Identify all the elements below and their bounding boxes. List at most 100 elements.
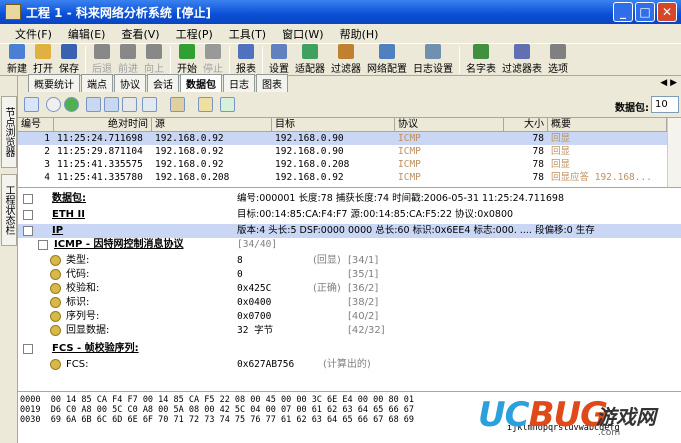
toolbar-button[interactable]: 报表 — [233, 44, 259, 75]
toolbar-button[interactable]: 过滤器表 — [499, 44, 545, 75]
table-cell: ICMP — [398, 159, 421, 170]
export-icon[interactable] — [220, 97, 235, 112]
tree-field-row[interactable]: 校验和: 0x425C (正确) [36/2] — [18, 282, 681, 296]
table-row[interactable]: 4 11:25:41.335780 192.168.0.208 192.168.0.9… — [18, 171, 681, 184]
menu-tools[interactable]: 工具(T) — [222, 26, 273, 42]
menu-help[interactable]: 帮助(H) — [333, 26, 386, 42]
tree-packet-row[interactable]: 数据包: 编号:000001 长度:78 捕获长度:74 时间戳:2006-05… — [18, 192, 681, 206]
menu-window[interactable]: 窗口(W) — [275, 26, 330, 42]
col-size[interactable]: 大小 — [504, 118, 548, 131]
detail-view-icon[interactable] — [104, 97, 119, 112]
minimize-button[interactable]: _ — [613, 2, 633, 22]
tab-3[interactable]: 会话 — [147, 74, 179, 92]
packet-count-field[interactable]: 10 — [651, 96, 679, 113]
tree-fcs-field-row[interactable]: FCS: 0x627AB756 (计算出的) — [18, 358, 681, 372]
table-cell: 11:25:41.335780 — [57, 172, 143, 183]
tab-0[interactable]: 概要统计 — [28, 74, 80, 92]
tree-fcs-row[interactable]: FCS - 帧校验序列: — [18, 342, 681, 356]
col-source[interactable]: 源 — [152, 118, 272, 131]
toolbar-button-label: 后退 — [92, 64, 112, 75]
tab-6[interactable]: 图表 — [256, 74, 288, 92]
menu-view[interactable]: 查看(V) — [114, 26, 166, 42]
toolbar-button[interactable]: 打开 — [30, 44, 56, 75]
tab-scroll-arrows[interactable]: ◀ ▶ — [660, 78, 677, 88]
toolbar-button[interactable]: 网络配置 — [364, 44, 410, 75]
toolbar-button[interactable]: 设置 — [266, 44, 292, 75]
layout-dropdown-icon[interactable] — [142, 97, 157, 112]
menu-edit[interactable]: 编辑(E) — [61, 26, 113, 42]
col-protocol[interactable]: 协议 — [395, 118, 504, 131]
field-icon — [50, 283, 61, 294]
toolbar-separator — [262, 46, 263, 74]
tree-ip-row[interactable]: IP 版本:4 头长:5 DSF:0000 0000 总长:60 标识:0x6E… — [18, 224, 681, 238]
watermark-url: .com — [598, 428, 621, 438]
menu-project[interactable]: 工程(P) — [169, 26, 220, 42]
toolbar-button[interactable]: 适配器 — [292, 44, 328, 75]
tree-field-row[interactable]: 类型: 8 (回显) [34/1] — [18, 254, 681, 268]
table-row[interactable]: 2 11:25:29.871104 192.168.0.92 192.168.0.90… — [18, 145, 681, 158]
packet-count-label: 数据包: — [615, 103, 649, 114]
col-time[interactable]: 绝对时间 — [54, 118, 152, 131]
view-tabs: 概要统计 端点 协议 会话 数据包 日志 图表 ◀ ▶ — [18, 74, 681, 92]
tree-eth-row[interactable]: ETH II 目标:00:14:85:CA:F4:F7 源:00:14:85:C… — [18, 208, 681, 222]
table-row[interactable]: 3 11:25:41.335575 192.168.0.92 192.168.0.20… — [18, 158, 681, 171]
back-nav-icon[interactable] — [46, 97, 61, 112]
forward-nav-icon[interactable] — [64, 97, 79, 112]
filter-dropdown-icon[interactable] — [170, 97, 185, 112]
project-status-tab[interactable]: 工程状态栏 — [1, 174, 17, 246]
tree-field-row[interactable]: 代码: 0 [35/1] — [18, 268, 681, 282]
tree-field-row[interactable]: 序列号: 0x0700 [40/2] — [18, 310, 681, 324]
toolbar-button[interactable]: 日志设置 — [410, 44, 456, 75]
toolbar-button[interactable]: 向上 — [141, 44, 167, 75]
toolbar-button[interactable]: 过滤器 — [328, 44, 364, 75]
close-button[interactable]: ✕ — [657, 2, 677, 22]
tree-icmp-row[interactable]: ICMP - 因特网控制消息协议 [34/40] — [18, 238, 681, 252]
up-icon — [146, 44, 162, 59]
toolbar-button[interactable]: 新建 — [4, 44, 30, 75]
toolbar-button[interactable]: 开始 — [174, 44, 200, 75]
toolbar-button[interactable]: 后退 — [89, 44, 115, 75]
maximize-button[interactable]: □ — [635, 2, 655, 22]
toolbar-button[interactable]: 名字表 — [463, 44, 499, 75]
decode-tree: 数据包: 编号:000001 长度:78 捕获长度:74 时间戳:2006-05… — [18, 188, 681, 392]
col-destination[interactable]: 目标 — [272, 118, 395, 131]
table-cell: ICMP — [398, 146, 421, 157]
toolbar-button[interactable]: 前进 — [115, 44, 141, 75]
packet-list-scrollbar[interactable] — [667, 118, 681, 187]
tree-packet-detail: 编号:000001 长度:78 捕获长度:74 时间戳:2006-05-31 1… — [237, 193, 564, 204]
decode-icon[interactable] — [24, 97, 39, 112]
tree-fcs-note: (计算出的) — [323, 359, 371, 370]
table-row[interactable]: 1 11:25:24.711698 192.168.0.92 192.168.0.90… — [18, 132, 681, 145]
packet-list: 编号 绝对时间 源 目标 协议 大小 概要 1 11:25:24.711698 19… — [18, 118, 681, 188]
menu-file[interactable]: 文件(F) — [8, 26, 59, 42]
toolbar-button-label: 设置 — [269, 64, 289, 75]
table-cell: 192.168.0.92 — [275, 172, 344, 183]
node-browser-tab[interactable]: 节点浏览器 — [1, 96, 17, 168]
expand-icon[interactable] — [23, 210, 33, 220]
toolbar-button[interactable]: 选项 — [545, 44, 571, 75]
hex-view-icon[interactable] — [122, 97, 137, 112]
tab-2[interactable]: 协议 — [114, 74, 146, 92]
expand-icon[interactable] — [23, 194, 33, 204]
tree-field-row[interactable]: 标识: 0x0400 [38/2] — [18, 296, 681, 310]
app-icon — [5, 4, 21, 20]
toolbar-button-label: 报表 — [236, 64, 256, 75]
tree-eth-detail: 目标:00:14:85:CA:F4:F7 源:00:14:85:CA:F5:22… — [237, 209, 514, 220]
toolbar-button[interactable]: 停止 — [200, 44, 226, 75]
tab-5[interactable]: 日志 — [223, 74, 255, 92]
collapse-icon[interactable] — [23, 344, 33, 354]
table-cell: 1 — [44, 133, 50, 144]
col-number[interactable]: 编号 — [18, 118, 54, 131]
table-cell: 192.168.0.92 — [155, 146, 224, 157]
bookmark-icon[interactable] — [198, 97, 213, 112]
toolbar-button[interactable]: 保存 — [56, 44, 82, 75]
tree-ip-name: IP — [52, 225, 64, 236]
expand-icon[interactable] — [23, 226, 33, 236]
new-icon — [9, 44, 25, 59]
tab-1[interactable]: 端点 — [81, 74, 113, 92]
collapse-icon[interactable] — [38, 240, 48, 250]
tab-4[interactable]: 数据包 — [180, 74, 222, 92]
tree-field-row[interactable]: 回显数据: 32 字节 [42/32] — [18, 324, 681, 338]
col-summary[interactable]: 概要 — [548, 118, 667, 131]
list-view-icon[interactable] — [86, 97, 101, 112]
